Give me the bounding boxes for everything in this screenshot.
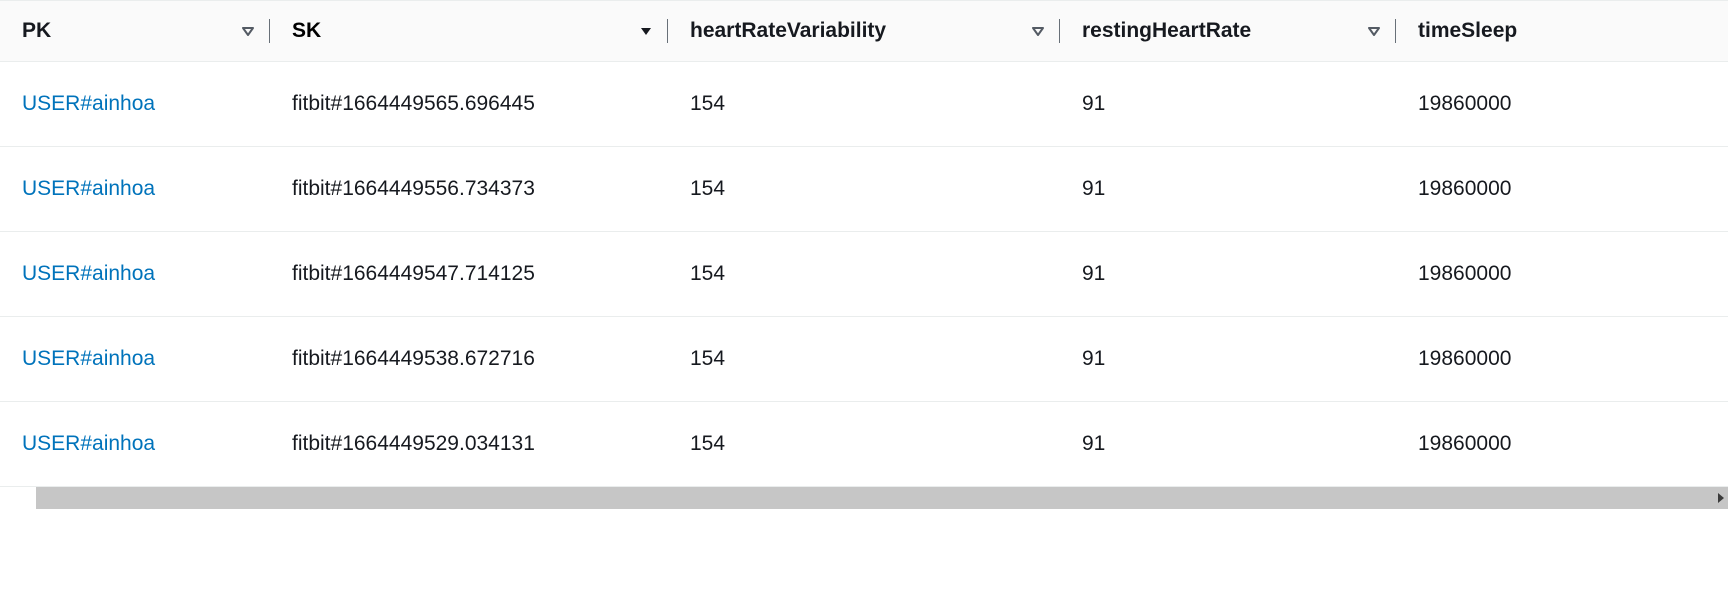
cell-ts: 19860000 — [1396, 62, 1728, 147]
sort-desc-icon[interactable] — [638, 23, 654, 39]
table-row[interactable]: USER#ainhoa fitbit#1664449556.734373 154… — [0, 147, 1728, 232]
pk-link[interactable]: USER#ainhoa — [22, 177, 155, 200]
cell-ts: 19860000 — [1396, 402, 1728, 487]
cell-sk: fitbit#1664449547.714125 — [270, 232, 668, 317]
column-header-sk[interactable]: SK — [270, 1, 668, 62]
column-label: SK — [292, 19, 321, 43]
table-header-row: PK SK heartRateVariability — [0, 1, 1728, 62]
column-label: restingHeartRate — [1082, 19, 1251, 43]
cell-hrv: 154 — [668, 232, 1060, 317]
table-row[interactable]: USER#ainhoa fitbit#1664449538.672716 154… — [0, 317, 1728, 402]
sort-icon[interactable] — [1366, 23, 1382, 39]
column-header-rhr[interactable]: restingHeartRate — [1060, 1, 1396, 62]
items-table: PK SK heartRateVariability — [0, 0, 1728, 487]
cell-ts: 19860000 — [1396, 232, 1728, 317]
scroll-right-icon[interactable] — [1716, 492, 1726, 504]
column-header-pk[interactable]: PK — [0, 1, 270, 62]
cell-pk: USER#ainhoa — [0, 232, 270, 317]
column-label: PK — [22, 19, 51, 43]
cell-rhr: 91 — [1060, 147, 1396, 232]
cell-ts: 19860000 — [1396, 317, 1728, 402]
cell-rhr: 91 — [1060, 232, 1396, 317]
cell-sk: fitbit#1664449556.734373 — [270, 147, 668, 232]
cell-hrv: 154 — [668, 402, 1060, 487]
table-row[interactable]: USER#ainhoa fitbit#1664449565.696445 154… — [0, 62, 1728, 147]
pk-link[interactable]: USER#ainhoa — [22, 347, 155, 370]
pk-link[interactable]: USER#ainhoa — [22, 92, 155, 115]
column-label: timeSleep — [1418, 19, 1517, 43]
cell-rhr: 91 — [1060, 402, 1396, 487]
sort-icon[interactable] — [240, 23, 256, 39]
cell-pk: USER#ainhoa — [0, 402, 270, 487]
column-header-ts[interactable]: timeSleep — [1396, 1, 1728, 62]
cell-sk: fitbit#1664449565.696445 — [270, 62, 668, 147]
cell-sk: fitbit#1664449538.672716 — [270, 317, 668, 402]
cell-hrv: 154 — [668, 147, 1060, 232]
column-header-hrv[interactable]: heartRateVariability — [668, 1, 1060, 62]
cell-rhr: 91 — [1060, 62, 1396, 147]
horizontal-scrollbar[interactable] — [36, 487, 1728, 509]
cell-pk: USER#ainhoa — [0, 317, 270, 402]
pk-link[interactable]: USER#ainhoa — [22, 432, 155, 455]
table-row[interactable]: USER#ainhoa fitbit#1664449547.714125 154… — [0, 232, 1728, 317]
cell-pk: USER#ainhoa — [0, 62, 270, 147]
cell-rhr: 91 — [1060, 317, 1396, 402]
cell-hrv: 154 — [668, 317, 1060, 402]
cell-pk: USER#ainhoa — [0, 147, 270, 232]
sort-icon[interactable] — [1030, 23, 1046, 39]
cell-sk: fitbit#1664449529.034131 — [270, 402, 668, 487]
pk-link[interactable]: USER#ainhoa — [22, 262, 155, 285]
cell-ts: 19860000 — [1396, 147, 1728, 232]
column-label: heartRateVariability — [690, 19, 886, 43]
table-row[interactable]: USER#ainhoa fitbit#1664449529.034131 154… — [0, 402, 1728, 487]
cell-hrv: 154 — [668, 62, 1060, 147]
